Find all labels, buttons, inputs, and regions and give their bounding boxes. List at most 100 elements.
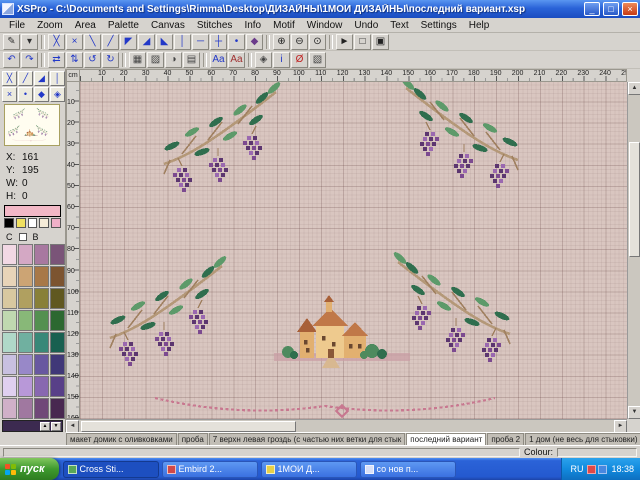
quarter-stitch-br-tool[interactable]: ◢ bbox=[138, 34, 155, 50]
menu-undo[interactable]: Undo bbox=[349, 19, 383, 32]
zoom-out-tool[interactable]: ⊖ bbox=[291, 34, 308, 50]
menu-motif[interactable]: Motif bbox=[268, 19, 300, 32]
marquee-tool[interactable]: ▣ bbox=[372, 34, 389, 50]
palette-scroll-up-button[interactable]: ▲ bbox=[40, 422, 50, 431]
palette-color-swatch[interactable] bbox=[50, 266, 65, 287]
pattern-preview[interactable] bbox=[4, 104, 60, 146]
palette-color-swatch[interactable] bbox=[34, 288, 49, 309]
menu-palette[interactable]: Palette bbox=[103, 19, 144, 32]
rotate-left-tool[interactable]: ↺ bbox=[84, 52, 101, 68]
pattern-tab[interactable]: проба bbox=[178, 433, 208, 445]
quick-color-swatch[interactable] bbox=[39, 218, 49, 228]
half-stitch-back-tool[interactable]: ╲ bbox=[84, 34, 101, 50]
palette-color-swatch[interactable] bbox=[18, 288, 33, 309]
grid-toggle[interactable]: ▦ bbox=[129, 52, 146, 68]
motif-tool[interactable]: ◈ bbox=[255, 52, 272, 68]
palette-color-swatch[interactable] bbox=[50, 376, 65, 397]
start-button[interactable]: пуск bbox=[0, 458, 59, 480]
palette-color-swatch[interactable] bbox=[2, 398, 17, 419]
cross-stitch-full-tool[interactable]: ╳ bbox=[2, 71, 17, 86]
scroll-up-button[interactable]: ▲ bbox=[628, 82, 640, 95]
palette-color-swatch[interactable] bbox=[2, 310, 17, 331]
palette-view-tool[interactable]: ▤ bbox=[183, 52, 200, 68]
pencil-mode-dropdown[interactable]: ▾ bbox=[21, 34, 38, 50]
taskbar-task[interactable]: со нов п... bbox=[360, 461, 456, 478]
backstitch-cross-tool[interactable]: ┼ bbox=[210, 34, 227, 50]
scroll-down-button[interactable]: ▼ bbox=[628, 406, 640, 419]
french-knot-side-tool[interactable]: • bbox=[18, 87, 33, 102]
quick-color-swatch[interactable] bbox=[51, 218, 61, 228]
palette-scroll-down-button[interactable]: ▼ bbox=[51, 422, 61, 431]
palette-color-swatch[interactable] bbox=[34, 332, 49, 353]
quarter-stitch-tl-tool[interactable]: ◤ bbox=[120, 34, 137, 50]
palette-color-swatch[interactable] bbox=[18, 354, 33, 375]
palette-color-swatch[interactable] bbox=[34, 354, 49, 375]
menu-info[interactable]: Info bbox=[239, 19, 266, 32]
text-tool[interactable]: Aa bbox=[210, 52, 227, 68]
fill-tool[interactable]: ▨ bbox=[147, 52, 164, 68]
taskbar-task[interactable]: 1МОИ Д... bbox=[261, 461, 357, 478]
palette-color-swatch[interactable] bbox=[50, 354, 65, 375]
cross-stitch-petite-tool[interactable]: × bbox=[2, 87, 17, 102]
current-color-swatch[interactable] bbox=[4, 205, 61, 217]
palette-color-swatch[interactable] bbox=[34, 266, 49, 287]
flip-horizontal-tool[interactable]: ⇄ bbox=[48, 52, 65, 68]
color-pick-tool[interactable]: ◑ bbox=[165, 52, 182, 68]
flip-vertical-tool[interactable]: ⇅ bbox=[66, 52, 83, 68]
special-stitch-tool[interactable]: ◈ bbox=[50, 87, 65, 102]
menu-window[interactable]: Window bbox=[302, 19, 348, 32]
french-knot-tool[interactable]: • bbox=[228, 34, 245, 50]
menu-text[interactable]: Text bbox=[385, 19, 413, 32]
menu-canvas[interactable]: Canvas bbox=[146, 19, 190, 32]
text-alt-tool[interactable]: Aa bbox=[228, 52, 245, 68]
palette-color-swatch[interactable] bbox=[18, 376, 33, 397]
cross-stitch-back-tool[interactable]: │ bbox=[50, 71, 65, 86]
select-arrow-tool[interactable]: ► bbox=[336, 34, 353, 50]
palette-color-swatch[interactable] bbox=[2, 354, 17, 375]
vertical-scroll-thumb[interactable] bbox=[629, 142, 640, 257]
cross-stitch-quarter-tool[interactable]: ◢ bbox=[34, 71, 49, 86]
pattern-tab[interactable]: 7 верхн левая гроздь (с частью них ветки… bbox=[209, 433, 406, 445]
palette-color-swatch[interactable] bbox=[2, 244, 17, 265]
cross-stitch-half-tool[interactable]: ╱ bbox=[18, 71, 33, 86]
taskbar-task[interactable]: Cross Sti... bbox=[63, 461, 159, 478]
palette-color-swatch[interactable] bbox=[34, 376, 49, 397]
palette-color-swatch[interactable] bbox=[50, 398, 65, 419]
maximize-button[interactable]: □ bbox=[603, 2, 619, 16]
palette-color-swatch[interactable] bbox=[2, 288, 17, 309]
palette-color-swatch[interactable] bbox=[34, 310, 49, 331]
palette-color-swatch[interactable] bbox=[50, 244, 65, 265]
menu-help[interactable]: Help bbox=[464, 19, 495, 32]
pencil-tool[interactable]: ✎ bbox=[3, 34, 20, 50]
horizontal-scrollbar[interactable]: ◄ ► bbox=[66, 419, 627, 432]
menu-area[interactable]: Area bbox=[70, 19, 101, 32]
palette-color-swatch[interactable] bbox=[18, 244, 33, 265]
quick-color-swatch[interactable] bbox=[16, 218, 26, 228]
backstitch-vertical-tool[interactable]: │ bbox=[174, 34, 191, 50]
menu-settings[interactable]: Settings bbox=[416, 19, 462, 32]
no-draw-tool[interactable]: Ø bbox=[291, 52, 308, 68]
quick-color-swatch[interactable] bbox=[28, 218, 38, 228]
pattern-tab[interactable]: макет домик с оливковками bbox=[66, 433, 177, 445]
zoom-in-tool[interactable]: ⊕ bbox=[273, 34, 290, 50]
close-button[interactable]: × bbox=[622, 2, 638, 16]
horizontal-scroll-thumb[interactable] bbox=[81, 421, 296, 432]
half-stitch-forward-tool[interactable]: ╱ bbox=[102, 34, 119, 50]
language-indicator[interactable]: RU bbox=[570, 464, 583, 474]
info-tool[interactable]: i bbox=[273, 52, 290, 68]
bead-side-tool[interactable]: ◆ bbox=[34, 87, 49, 102]
pattern-tab[interactable]: 1 дом (не весь для стыковки) bbox=[525, 433, 640, 445]
pattern-tab[interactable]: проба 2 bbox=[487, 433, 524, 445]
palette-color-swatch[interactable] bbox=[2, 332, 17, 353]
full-stitch-tool[interactable]: ╳ bbox=[48, 34, 65, 50]
menu-file[interactable]: File bbox=[4, 19, 30, 32]
clock[interactable]: 18:38 bbox=[611, 464, 634, 474]
palette-color-swatch[interactable] bbox=[50, 332, 65, 353]
bead-tool[interactable]: ◆ bbox=[246, 34, 263, 50]
minimize-button[interactable]: _ bbox=[584, 2, 600, 16]
palette-color-swatch[interactable] bbox=[34, 244, 49, 265]
rect-select-tool[interactable]: □ bbox=[354, 34, 371, 50]
zoom-actual-tool[interactable]: ⊙ bbox=[309, 34, 326, 50]
palette-color-swatch[interactable] bbox=[18, 310, 33, 331]
palette-color-swatch[interactable] bbox=[2, 376, 17, 397]
